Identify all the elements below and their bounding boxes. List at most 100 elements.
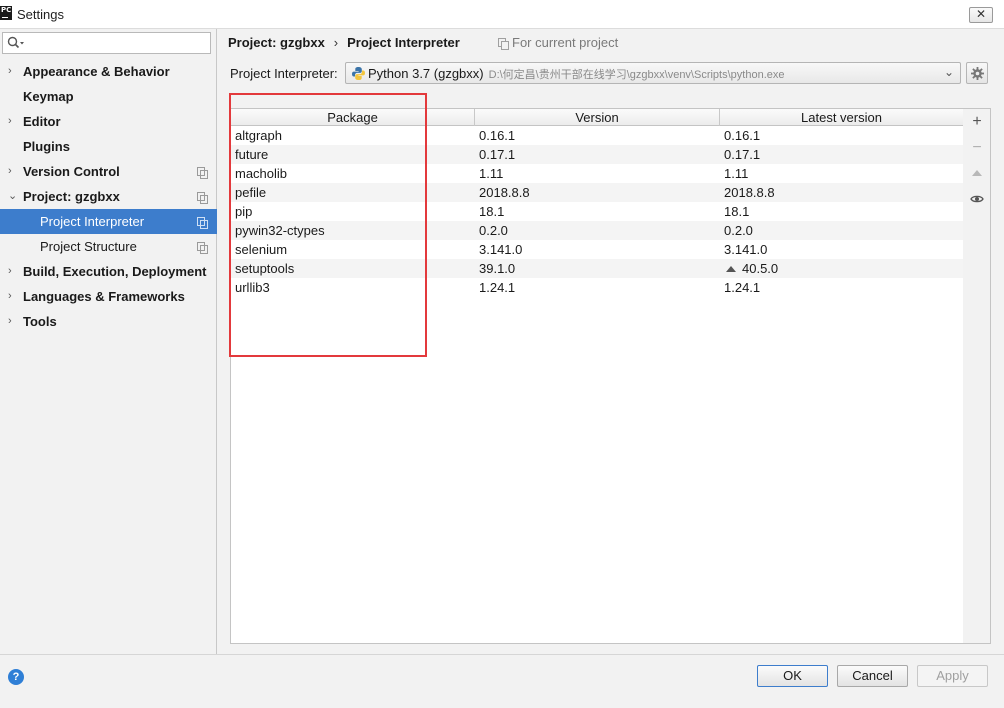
sidebar-item-languages-frameworks[interactable]: › Languages & Frameworks <box>0 284 217 309</box>
remove-package-button[interactable]: − <box>968 139 986 157</box>
cancel-button[interactable]: Cancel <box>837 665 908 687</box>
interpreter-value: Python 3.7 (gzgbxx) D:\何定昌\贵州干部在线学习\gzgbx… <box>368 66 785 81</box>
breadcrumb: Project: gzgbxx › Project Interpreter <box>228 35 460 50</box>
chevron-right-icon[interactable]: › <box>8 109 18 134</box>
latest-version-cell: 0.17.1 <box>724 145 760 164</box>
table-row[interactable]: setuptools 39.1.0 40.5.0 <box>231 259 963 278</box>
interpreter-path: D:\何定昌\贵州干部在线学习\gzgbxx\venv\Scripts\pyth… <box>488 69 785 81</box>
latest-version-text: 40.5.0 <box>742 261 779 276</box>
table-row[interactable]: selenium 3.141.0 3.141.0 <box>231 240 963 259</box>
sidebar-item-label: Languages & Frameworks <box>23 289 185 304</box>
table-row[interactable]: urllib3 1.24.1 1.24.1 <box>231 278 963 297</box>
latest-version-cell: 1.24.1 <box>724 278 760 297</box>
dialog-button-bar: ? OK Cancel Apply <box>0 654 1004 708</box>
project-scope-icon <box>197 167 208 179</box>
python-icon <box>352 67 365 80</box>
version-cell: 0.2.0 <box>479 223 508 238</box>
settings-nav-tree: › Appearance & Behavior Keymap › Editor Plugi… <box>0 59 217 334</box>
ok-button[interactable]: OK <box>757 665 828 687</box>
project-scope-icon <box>197 217 208 229</box>
table-header: Package Version Latest version <box>231 109 963 126</box>
latest-version-text: 1.11 <box>724 166 749 181</box>
sidebar-item-appearance-behavior[interactable]: › Appearance & Behavior <box>0 59 217 84</box>
table-row[interactable]: future 0.17.1 0.17.1 <box>231 145 963 164</box>
main-panel: Project: gzgbxx › Project Interpreter For … <box>218 29 1004 654</box>
sidebar-item-project-gzgbxx[interactable]: ⌄ Project: gzgbxx <box>0 184 217 209</box>
sidebar-item-version-control[interactable]: › Version Control <box>0 159 217 184</box>
project-scope-icon <box>197 242 208 254</box>
settings-search-input[interactable] <box>2 32 211 54</box>
breadcrumb-page: Project Interpreter <box>347 35 460 50</box>
interpreter-dropdown[interactable]: Python 3.7 (gzgbxx) D:\何定昌\贵州干部在线学习\gzgbx… <box>345 62 961 84</box>
interpreter-settings-button[interactable] <box>966 62 988 84</box>
package-name-cell: pywin32-ctypes <box>235 223 325 238</box>
table-row[interactable]: pywin32-ctypes 0.2.0 0.2.0 <box>231 221 963 240</box>
latest-version-cell: 3.141.0 <box>724 240 767 259</box>
show-early-releases-button[interactable] <box>968 191 986 209</box>
breadcrumb-project: Project: gzgbxx <box>228 35 325 50</box>
sidebar-item-build-execution-deployment[interactable]: › Build, Execution, Deployment <box>0 259 217 284</box>
table-row[interactable]: altgraph 0.16.1 0.16.1 <box>231 126 963 145</box>
latest-version-text: 1.24.1 <box>724 280 761 295</box>
column-header-package[interactable]: Package <box>231 109 475 126</box>
package-name-cell: future <box>235 147 269 162</box>
add-package-button[interactable]: + <box>968 113 986 131</box>
version-cell: 3.141.0 <box>479 242 523 257</box>
sidebar-item-tools[interactable]: › Tools <box>0 309 217 334</box>
sidebar-item-label: Build, Execution, Deployment <box>23 264 207 279</box>
version-cell: 1.24.1 <box>479 280 516 295</box>
sidebar-item-editor[interactable]: › Editor <box>0 109 217 134</box>
version-cell: 2018.8.8 <box>479 185 530 200</box>
latest-version-cell: 18.1 <box>724 202 749 221</box>
sidebar-item-label: Version Control <box>23 164 120 179</box>
table-row[interactable]: macholib 1.11 1.11 <box>231 164 963 183</box>
chevron-down-icon[interactable]: ⌄ <box>8 184 18 209</box>
close-button[interactable]: ✕ <box>969 7 993 23</box>
interpreter-label: Project Interpreter: <box>230 66 338 81</box>
latest-version-text: 3.141.0 <box>724 242 768 257</box>
sidebar-item-project-interpreter[interactable]: Project Interpreter <box>0 209 217 234</box>
table-row[interactable]: pefile 2018.8.8 2018.8.8 <box>231 183 963 202</box>
chevron-right-icon[interactable]: › <box>8 159 18 184</box>
title-bar: PC Settings ✕ <box>0 0 1004 29</box>
copy-icon <box>498 38 509 50</box>
package-toolbar: + − <box>963 108 991 644</box>
latest-version-text: 2018.8.8 <box>724 185 775 200</box>
version-cell: 0.16.1 <box>479 128 516 143</box>
chevron-down-icon: ⌄ <box>943 65 954 79</box>
chevron-right-icon[interactable]: › <box>8 259 18 284</box>
version-cell: 0.17.1 <box>479 147 516 162</box>
latest-version-cell: 40.5.0 <box>724 259 778 278</box>
apply-button[interactable]: Apply <box>917 665 988 687</box>
chevron-right-icon[interactable]: › <box>8 284 18 309</box>
latest-version-text: 0.16.1 <box>724 128 761 143</box>
sidebar-item-label: Project: gzgbxx <box>23 189 120 204</box>
project-scope-icon <box>197 192 208 204</box>
latest-version-text: 18.1 <box>724 204 750 219</box>
sidebar-item-label: Appearance & Behavior <box>23 64 170 79</box>
column-header-version[interactable]: Version <box>475 109 720 126</box>
sidebar-item-project-structure[interactable]: Project Structure <box>0 234 217 259</box>
package-name-cell: urllib3 <box>235 280 270 295</box>
upgrade-package-button[interactable] <box>968 165 986 183</box>
gear-icon <box>971 67 984 80</box>
scope-indicator: For current project <box>498 35 618 50</box>
sidebar-item-label: Keymap <box>23 89 74 104</box>
latest-version-cell: 2018.8.8 <box>724 183 775 202</box>
help-icon[interactable]: ? <box>8 669 24 685</box>
table-row[interactable]: pip 18.1 18.1 <box>231 202 963 221</box>
upgrade-arrow-icon <box>972 170 982 176</box>
sidebar-item-plugins[interactable]: Plugins <box>0 134 217 159</box>
column-header-latest-version[interactable]: Latest version <box>720 109 963 126</box>
chevron-right-icon[interactable]: › <box>8 309 18 334</box>
sidebar-item-label: Tools <box>23 314 57 329</box>
chevron-right-icon[interactable]: › <box>8 59 18 84</box>
package-name-cell: pefile <box>235 185 267 200</box>
search-icon <box>7 36 24 49</box>
package-name-cell: selenium <box>235 242 288 257</box>
sidebar-item-label: Plugins <box>23 139 70 154</box>
latest-version-text: 0.17.1 <box>724 147 761 162</box>
sidebar-item-keymap[interactable]: Keymap <box>0 84 217 109</box>
eye-icon <box>970 195 984 203</box>
sidebar-item-label: Project Structure <box>40 239 137 254</box>
